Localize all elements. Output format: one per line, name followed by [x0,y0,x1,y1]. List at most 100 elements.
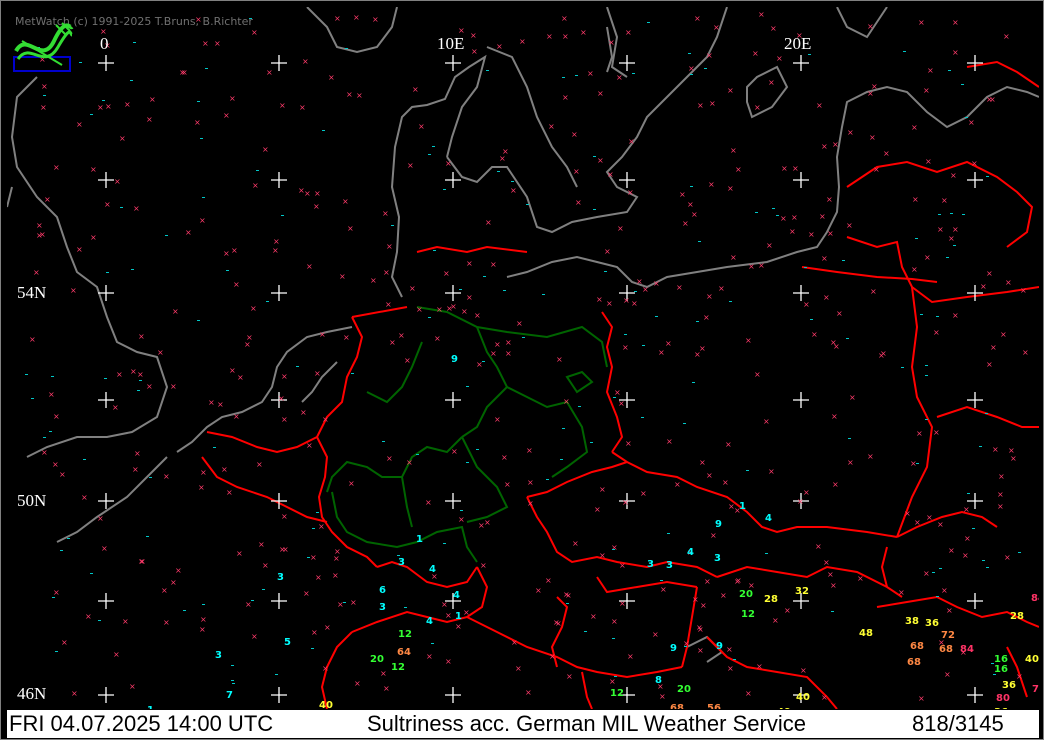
no-data-dash [698,241,701,242]
weather-map[interactable]: × × × × × × × × × × × × × × × × × × × × × × × × × × × × × × × × × × × × × × × ×… [7,7,1039,709]
obs-marker: × [251,28,258,37]
no-data-dash [962,214,965,215]
obs-marker: × [826,195,833,204]
station-value: 68 [910,641,924,652]
no-data-dash [307,557,310,558]
obs-marker: × [44,195,51,204]
obs-marker: × [937,225,944,234]
no-data-dash [612,638,615,639]
obs-marker: × [878,351,885,360]
obs-marker: × [163,472,170,481]
station-value: 40 [796,692,810,703]
obs-marker: × [867,452,874,461]
no-data-dash [776,215,779,216]
obs-marker: × [53,588,60,597]
obs-marker: × [101,544,108,553]
no-data-dash [624,334,627,335]
obs-marker: × [262,145,269,154]
obs-marker: × [471,47,478,56]
obs-marker: × [1004,553,1011,562]
no-data-dash [684,646,687,647]
obs-marker: × [831,412,838,421]
obs-marker: × [525,688,532,697]
obs-marker: × [923,86,930,95]
no-data-dash [846,338,849,339]
grid-cross [793,172,809,188]
obs-marker: × [725,440,732,449]
station-value: 48 [859,628,873,639]
obs-marker: × [511,638,518,647]
obs-marker: × [914,518,921,527]
grid-cross [98,55,114,71]
grid-cross [271,285,287,301]
station-value: 80 [996,693,1010,704]
obs-marker: × [752,49,759,58]
obs-marker: × [198,483,205,492]
obs-marker: × [258,540,265,549]
station-value: 5 [284,637,291,648]
obs-marker: × [485,218,492,227]
obs-marker: × [754,103,761,112]
obs-marker: × [869,133,876,142]
obs-marker: × [573,167,580,176]
no-data-dash [511,181,514,182]
obs-marker: × [706,471,713,480]
no-data-dash [322,130,325,131]
obs-marker: × [343,333,350,342]
obs-marker: × [332,571,339,580]
obs-marker: × [383,684,390,693]
obs-marker: × [526,446,533,455]
obs-marker: × [792,164,799,173]
obs-marker: × [815,542,822,551]
obs-marker: × [763,417,770,426]
no-data-dash [391,225,394,226]
grid-cross [967,55,983,71]
grid-cross [271,593,287,609]
obs-marker: × [85,612,92,621]
obs-marker: × [642,285,649,294]
footer-count: 818/3145 [910,710,1004,738]
no-data-dash [982,560,985,561]
obs-marker: × [450,302,457,311]
obs-marker: × [836,309,843,318]
station-value: 12 [610,688,624,699]
obs-marker: × [252,181,259,190]
obs-marker: × [36,221,43,230]
obs-marker: × [800,666,807,675]
metwatch-logo[interactable] [12,21,74,75]
obs-marker: × [691,210,698,219]
station-value: 3 [666,560,673,571]
station-value: 3 [379,602,386,613]
station-value: 12 [741,609,755,620]
obs-marker: × [735,576,742,585]
obs-marker: × [339,272,346,281]
footer-product: Sultriness acc. German MIL Weather Servi… [367,711,806,736]
station-value: 68 [939,644,953,655]
obs-marker: × [562,93,569,102]
station-value: 1 [147,705,154,709]
no-data-dash [948,70,951,71]
obs-marker: × [611,543,618,552]
obs-marker: × [898,588,905,597]
grid-cross [445,392,461,408]
no-data-dash [642,345,645,346]
obs-marker: × [445,611,452,620]
obs-marker: × [416,305,423,314]
station-value: 28 [1010,611,1024,622]
obs-marker: × [342,197,349,206]
obs-marker: × [827,229,834,238]
no-data-dash [733,659,736,660]
no-data-dash [102,100,105,101]
obs-marker: × [549,652,556,661]
grid-cross [967,593,983,609]
obs-marker: × [272,246,279,255]
obs-marker: × [867,89,874,98]
obs-marker: × [389,338,396,347]
obs-marker: × [172,307,179,316]
obs-marker: × [347,224,354,233]
obs-marker: × [730,253,737,262]
obs-marker: × [470,31,477,40]
obs-marker: × [502,147,509,156]
obs-marker: × [200,615,207,624]
obs-marker: × [821,693,828,702]
